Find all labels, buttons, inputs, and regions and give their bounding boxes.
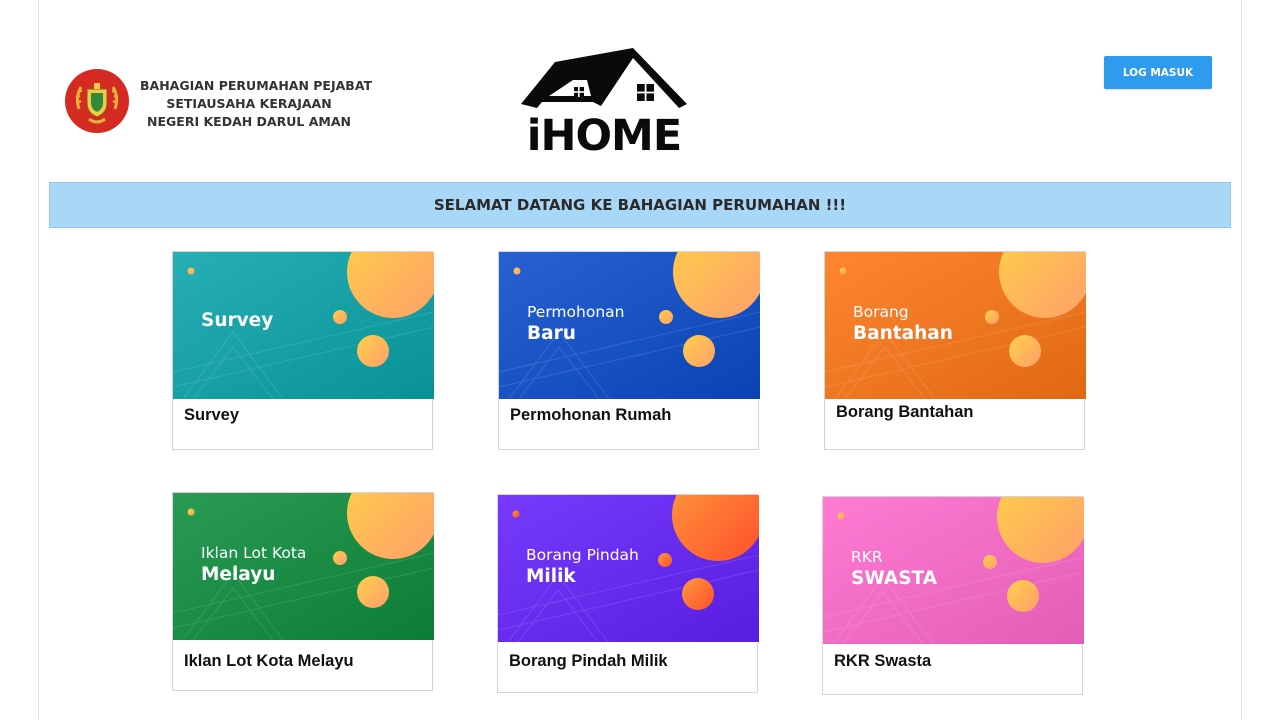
house-roof-icon	[521, 48, 687, 108]
card-survey[interactable]: Survey Survey	[172, 251, 434, 450]
card-title-line1: Iklan Lot Kota	[201, 544, 307, 562]
org-line-3: NEGERI KEDAH DARUL AMAN	[147, 114, 351, 129]
card-title-line1: Permohonan	[527, 303, 625, 321]
card-caption[interactable]: RKR Swasta	[823, 644, 1082, 694]
card-caption[interactable]: Borang Pindah Milik	[498, 642, 757, 692]
card-title-line2: SWASTA	[851, 568, 938, 589]
card-thumbnail[interactable]: Borang Pindah Milik	[498, 495, 759, 642]
welcome-banner: SELAMAT DATANG KE BAHAGIAN PERUMAHAN !!!	[49, 182, 1231, 228]
org-line-1: BAHAGIAN PERUMAHAN PEJABAT	[140, 78, 373, 93]
card-title-line1: Borang Pindah	[526, 546, 639, 564]
card-rkr-swasta[interactable]: RKR SWASTA RKR Swasta	[822, 496, 1084, 695]
card-caption[interactable]: Survey	[173, 399, 432, 449]
card-title-line1: Borang	[853, 303, 909, 321]
card-borang-bantahan[interactable]: Borang Bantahan Borang Bantahan	[824, 251, 1086, 450]
card-permohonan-rumah[interactable]: Permohonan Baru Permohonan Rumah	[498, 251, 760, 450]
card-thumbnail[interactable]: Iklan Lot Kota Melayu	[173, 493, 434, 640]
organization-name: BAHAGIAN PERUMAHAN PEJABAT SETIAUSAHA KE…	[140, 77, 373, 131]
card-thumbnail[interactable]: Permohonan Baru	[499, 252, 760, 399]
card-title-line2: Milik	[526, 566, 576, 587]
ihome-logo: iHOME	[517, 44, 691, 164]
card-thumbnail[interactable]: Borang Bantahan	[825, 252, 1086, 399]
card-caption[interactable]: Permohonan Rumah	[499, 399, 758, 449]
card-title-line2: Baru	[527, 323, 576, 344]
card-title-line2: Survey	[201, 310, 274, 331]
card-thumbnail[interactable]: RKR SWASTA	[823, 497, 1084, 644]
card-caption[interactable]: Borang Bantahan	[825, 399, 1084, 449]
logo-text: iHOME	[526, 111, 682, 161]
card-borang-pindah-milik[interactable]: Borang Pindah Milik Borang Pindah Milik	[497, 494, 759, 693]
org-line-2: SETIAUSAHA KERAJAAN	[166, 96, 332, 111]
kedah-emblem-icon	[65, 69, 129, 133]
card-iklan-lot-kota-melayu[interactable]: Iklan Lot Kota Melayu Iklan Lot Kota Mela…	[172, 492, 434, 691]
card-title-line1: RKR	[851, 548, 883, 566]
card-title-line2: Melayu	[201, 564, 276, 585]
card-caption[interactable]: Iklan Lot Kota Melayu	[173, 640, 432, 690]
login-button[interactable]: LOG MASUK	[1104, 56, 1212, 89]
card-title-line2: Bantahan	[853, 323, 953, 344]
card-thumbnail[interactable]: Survey	[173, 252, 434, 399]
